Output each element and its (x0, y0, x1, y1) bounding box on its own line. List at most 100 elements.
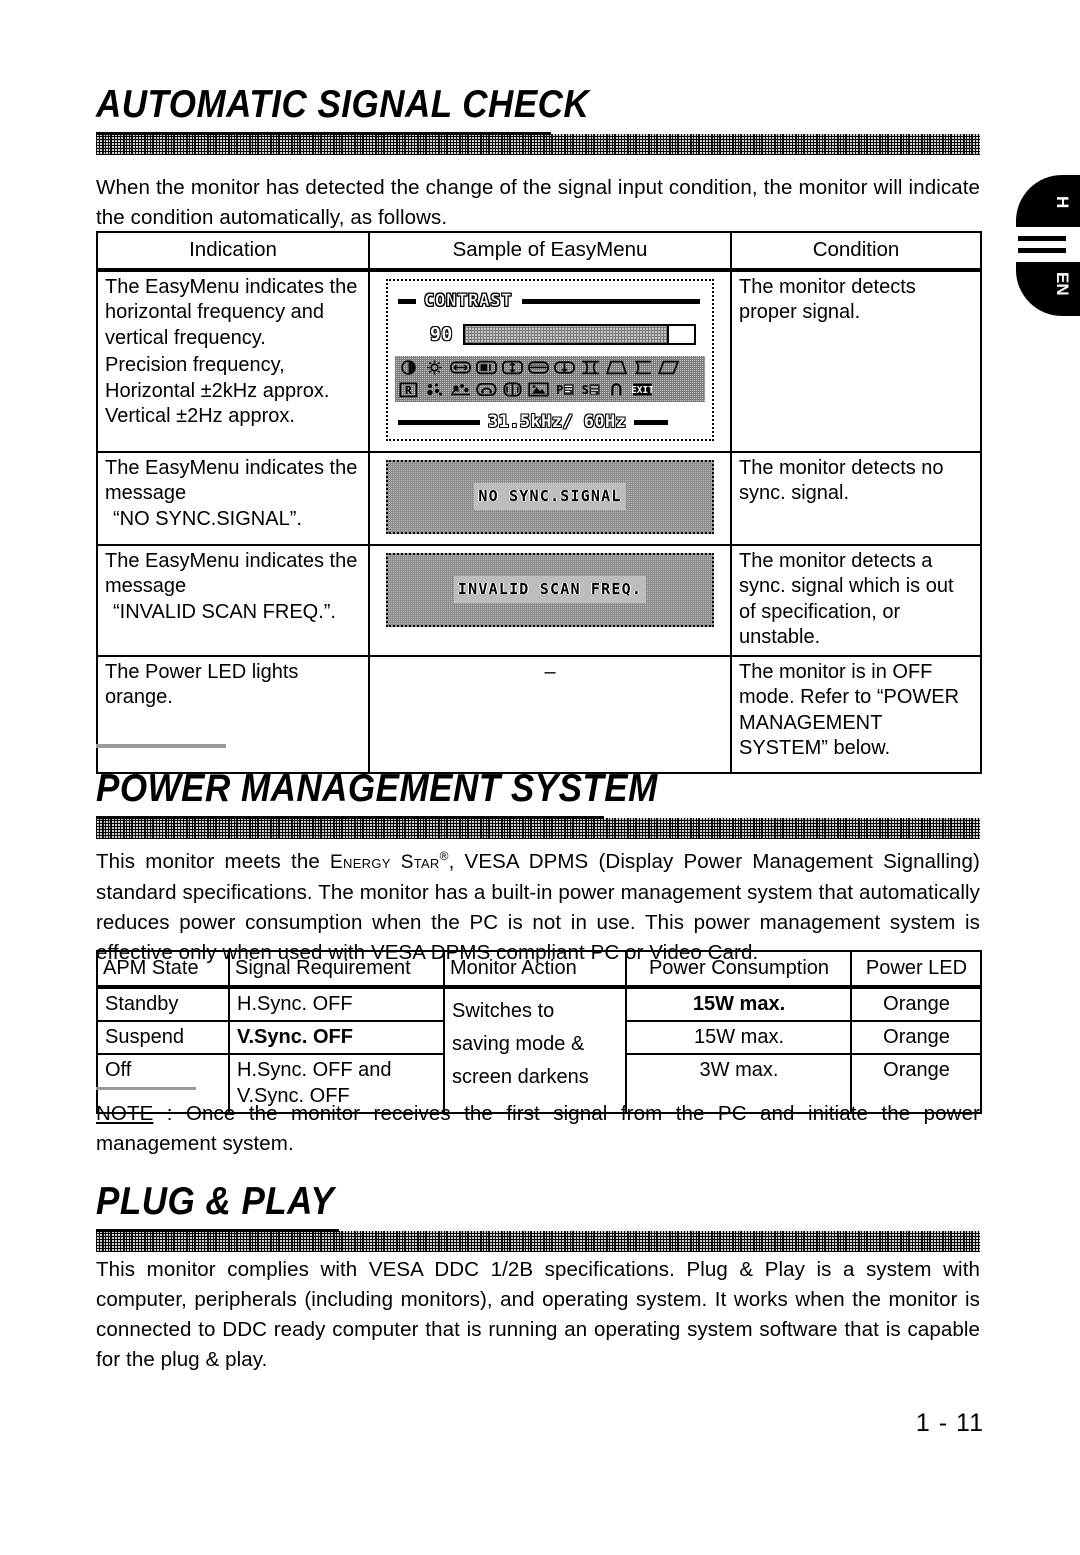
osd-left-dash-icon (398, 298, 416, 304)
cell-condition: The monitor is in OFF mode. Refer to “PO… (730, 654, 982, 774)
svg-text:R: R (405, 384, 412, 397)
indication-text-2: Precision frequency, Horizontal ±2kHz ap… (105, 354, 330, 402)
col-header-indication: Indication (96, 231, 370, 272)
cell-signal-requirement: H.Sync. OFF (228, 986, 445, 1022)
heading-underline (96, 816, 604, 819)
cell-indication: The EasyMenu indicates the horizontal fr… (96, 268, 370, 453)
table-row: The EasyMenu indicates the message “INVA… (96, 543, 982, 657)
osd-frequency-text: 31.5kHz/ 60Hz (488, 411, 627, 432)
rotation-icon[interactable]: R (397, 381, 420, 399)
parallelogram-icon[interactable] (657, 359, 680, 377)
page-tab-bars-icon (1018, 236, 1066, 260)
table-header-row: APM State Signal Requirement Monitor Act… (96, 950, 982, 989)
col-header-monitor-action: Monitor Action (443, 950, 627, 989)
osd-footer-left-rule (398, 419, 480, 425)
osd-message-inner: INVALID SCAN FREQ. (453, 575, 647, 604)
indication-text-1: The EasyMenu indicates the message (105, 549, 358, 598)
note-paragraph: NOTE : Once the monitor receives the fir… (96, 1099, 980, 1159)
page-number: 1 - 11 (915, 1409, 984, 1437)
osd-icon-grid: R P S EXIT (395, 356, 705, 402)
osd-title-row: CONTRAST (388, 281, 712, 315)
pin-balance-icon[interactable] (631, 359, 654, 377)
heading-underline (96, 132, 551, 135)
signal-check-table: Indication Sample of EasyMenu Condition … (96, 231, 982, 774)
indication-text-1: The EasyMenu indicates the message (105, 456, 358, 505)
trapezoid-icon[interactable] (605, 359, 628, 377)
svg-text:P: P (556, 383, 563, 397)
self-test-icon[interactable]: S (579, 381, 602, 399)
osd-position-icon[interactable]: P (553, 381, 576, 399)
pincushion-icon[interactable] (579, 359, 602, 377)
scan-artifact (96, 744, 226, 748)
table-row: The EasyMenu indicates the horizontal fr… (96, 268, 982, 453)
cell-sample-osd-message: INVALID SCAN FREQ. (368, 543, 732, 657)
osd-message-text: NO SYNC.SIGNAL (478, 486, 622, 505)
v-size-icon[interactable] (501, 359, 524, 377)
contrast-icon[interactable] (397, 359, 420, 377)
heading-text: POWER MANAGEMENT SYSTEM (96, 766, 658, 810)
brightness-icon[interactable] (423, 359, 446, 377)
indication-text-1: The EasyMenu indicates the horizontal fr… (105, 275, 358, 349)
heading-halftone-bar (96, 1231, 980, 1252)
osd-slider-fill (464, 326, 667, 344)
osd-message-inner: NO SYNC.SIGNAL (474, 482, 626, 511)
degauss-icon[interactable] (475, 381, 498, 399)
osd-frequency-row: 31.5kHz/ 60Hz (388, 402, 712, 436)
osd-slider[interactable] (462, 324, 696, 346)
note-label: NOTE (96, 1102, 154, 1125)
svg-text:S: S (582, 383, 589, 397)
exit-icon[interactable]: EXIT (631, 381, 654, 399)
osd-title-rule (522, 298, 700, 304)
cell-power-led: Orange (850, 986, 982, 1022)
osd-message-box: INVALID SCAN FREQ. (386, 552, 714, 627)
cell-sample-dash: – (368, 654, 732, 774)
recall-icon[interactable] (605, 381, 628, 399)
energy-star-wordmark: Energy Star (330, 851, 440, 873)
body-paragraph-plug-and-play: This monitor complies with VESA DDC 1/2B… (96, 1258, 980, 1371)
table-row: Standby H.Sync. OFF Switches to saving m… (96, 986, 982, 1114)
convergence-icon[interactable] (423, 381, 446, 399)
osd-menu-label: CONTRAST (424, 290, 513, 311)
heading-power-management-system: POWER MANAGEMENT SYSTEM (96, 767, 1066, 839)
cell-power-consumption: 15W max. (625, 986, 852, 1022)
language-icon[interactable] (527, 381, 550, 399)
scan-artifact (96, 1087, 196, 1090)
heading-text: AUTOMATIC SIGNAL CHECK (96, 82, 590, 126)
col-header-signal-requirement: Signal Requirement (228, 950, 445, 989)
intro-paragraph-signal-check: When the monitor has detected the change… (96, 176, 980, 229)
cell-apm-state: Standby (96, 986, 230, 1022)
h-size-icon[interactable] (449, 359, 472, 377)
svg-text:EXIT: EXIT (632, 385, 653, 396)
heading-underline (96, 1229, 339, 1232)
osd-slider-row: 90 (388, 314, 712, 348)
color-temp-icon[interactable] (501, 381, 524, 399)
osd-icon-row-2: R P S EXIT (397, 380, 703, 400)
osd-footer-right-rule (634, 419, 669, 425)
col-header-condition: Condition (730, 231, 982, 272)
osd-slider-knob[interactable] (666, 326, 694, 344)
moire-icon[interactable] (449, 381, 472, 399)
col-header-sample: Sample of EasyMenu (368, 231, 732, 272)
power-management-table: APM State Signal Requirement Monitor Act… (96, 950, 982, 1114)
osd-easymenu-sample: CONTRAST 90 R P S EXIT 31.5kHz/ 60Hz (386, 278, 714, 441)
cell-condition: The monitor detects no sync. signal. (730, 450, 982, 546)
cell-indication: The EasyMenu indicates the message “INVA… (96, 543, 370, 657)
col-header-power-consumption: Power Consumption (625, 950, 852, 989)
heading-plug-and-play: PLUG & PLAY (96, 1180, 1066, 1252)
table-row: The Power LED lights orange. – The monit… (96, 654, 982, 774)
indication-text-2: “NO SYNC.SIGNAL”. (113, 507, 302, 530)
heading-halftone-bar (96, 134, 980, 155)
registered-mark: ® (439, 849, 449, 863)
cell-indication: The EasyMenu indicates the message “NO S… (96, 450, 370, 546)
page-tab-label-top: H (1053, 196, 1072, 209)
cell-sample-osd-menu: CONTRAST 90 R P S EXIT 31.5kHz/ 60Hz (368, 268, 732, 453)
page-tab-label-bottom: EN (1053, 272, 1072, 296)
osd-message-box: NO SYNC.SIGNAL (386, 459, 714, 534)
osd-value: 90 (430, 324, 453, 345)
v-position-icon[interactable] (527, 359, 550, 377)
heading-text: PLUG & PLAY (96, 1179, 335, 1223)
cell-condition: The monitor detects proper signal. (730, 268, 982, 453)
table-row: The EasyMenu indicates the message “NO S… (96, 450, 982, 546)
v-shift-icon[interactable] (553, 359, 576, 377)
h-position-icon[interactable] (475, 359, 498, 377)
